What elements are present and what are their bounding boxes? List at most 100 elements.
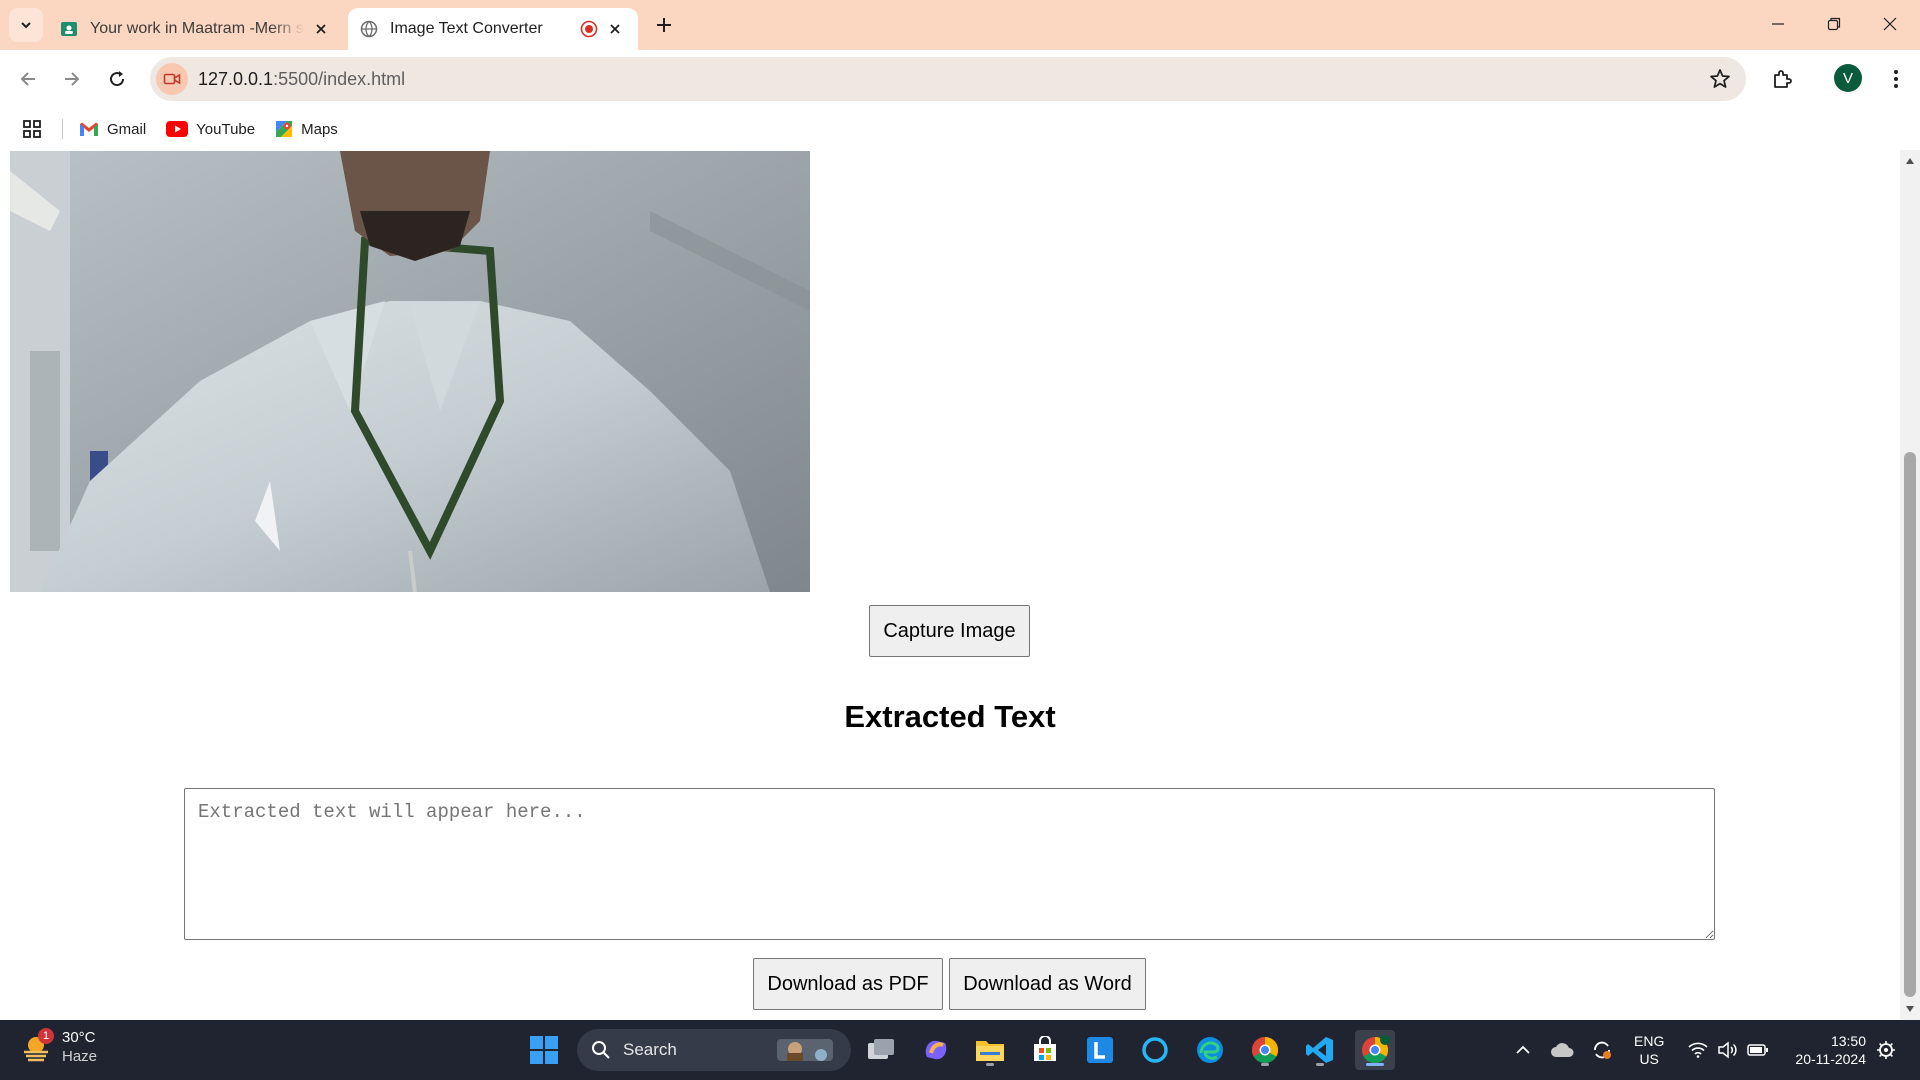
search-label: Search [623,1040,677,1059]
new-tab-button[interactable] [650,11,678,39]
taskbar-copilot[interactable] [916,1030,956,1070]
store-icon [1034,1036,1056,1061]
taskbar-edge[interactable] [1190,1030,1230,1070]
scrollbar-thumb[interactable] [1904,452,1916,997]
scroll-up-arrow[interactable] [1900,152,1920,170]
start-button[interactable] [524,1030,564,1070]
language-indicator[interactable]: ENG US [1634,1032,1664,1068]
site-info-button[interactable] [156,63,188,95]
tab-image-text-converter[interactable]: Image Text Converter [348,8,638,50]
page-viewport: Capture Image Extracted Text Download as… [0,150,1900,1020]
tab-maatram[interactable]: Your work in Maatram -Mern stack [48,8,344,50]
extracted-text-area[interactable] [184,788,1715,940]
profile-avatar[interactable]: V [1834,64,1862,92]
tab-title: Your work in Maatram -Mern stack [90,20,304,37]
address-bar[interactable]: 127.0.0.1:5500/index.html [150,57,1746,101]
close-tab-icon[interactable] [310,18,332,40]
bookmark-maps[interactable]: Maps [275,120,338,138]
url-text: 127.0.0.1:5500/index.html [198,69,405,90]
windows-logo-icon [530,1036,558,1064]
webcam-frame [10,151,810,592]
tab-search-button[interactable] [9,8,43,42]
battery-icon [1747,1044,1768,1056]
browser-menu-button[interactable] [1880,63,1912,95]
edge-icon [1197,1037,1223,1063]
minimize-button[interactable] [1750,0,1806,48]
extensions-button[interactable] [1766,63,1798,95]
chrome-profile-icon [1362,1035,1390,1064]
taskbar-store[interactable] [1025,1030,1065,1070]
ring-icon [1142,1037,1168,1063]
close-window-button[interactable] [1862,0,1918,48]
bookmark-separator [62,119,63,139]
download-pdf-button[interactable]: Download as PDF [753,958,943,1010]
triangle-down-icon [1906,1006,1914,1012]
restore-button[interactable] [1806,0,1862,48]
puzzle-icon [1774,70,1792,88]
bookmark-label: YouTube [196,120,256,138]
triangle-up-icon [1906,158,1914,164]
chevron-up-icon [1516,1045,1530,1054]
bookmark-youtube[interactable]: YouTube [166,121,255,138]
vscode-icon [1306,1037,1333,1063]
taskbar-file-explorer[interactable] [970,1030,1010,1070]
search-icon [592,1041,610,1059]
download-word-button[interactable]: Download as Word [949,958,1146,1010]
scroll-down-arrow[interactable] [1900,1000,1920,1018]
camera-icon [163,73,181,85]
reload-icon [110,71,125,87]
folder-icon [976,1041,1004,1061]
onedrive-tray[interactable] [1548,1030,1576,1070]
recording-icon [580,20,598,38]
gmail-icon [80,122,98,136]
chrome-icon [1251,1036,1279,1064]
taskbar-clock[interactable]: 13:50 20-11-2024 [1786,1032,1866,1068]
keyboard-layout: US [1639,1051,1659,1067]
reload-button[interactable] [101,63,133,95]
taskbar-vscode[interactable] [1300,1030,1340,1070]
taskbar-chrome-1[interactable] [1245,1030,1285,1070]
weather-notification-badge: 1 [38,1028,54,1044]
webcam-video [10,151,810,592]
language-code: ENG [1634,1033,1665,1049]
show-hidden-icons-button[interactable] [1510,1030,1536,1070]
running-indicator [1261,1063,1269,1066]
maps-icon [276,121,293,137]
weather-widget[interactable]: 1 30°C Haze [20,1028,97,1066]
youtube-icon [166,121,189,137]
page-scrollbar[interactable] [1900,150,1920,1020]
battery-tray[interactable] [1744,1030,1772,1070]
wifi-tray[interactable] [1684,1030,1712,1070]
notifications-tray[interactable] [1872,1030,1900,1070]
tab-strip: Your work in Maatram -Mern stack Image T… [0,0,1920,50]
weather-condition: Haze [62,1048,98,1065]
apps-grid-icon[interactable] [22,119,42,139]
taskbar-search[interactable]: Search [577,1029,851,1071]
bookmark-star-icon[interactable] [1708,67,1732,91]
close-icon [1883,17,1897,31]
taskbar-cortana[interactable] [1135,1030,1175,1070]
url-path: :5500/index.html [273,68,406,89]
plus-icon [657,18,671,32]
restore-icon [1827,17,1841,31]
close-tab-icon[interactable] [604,18,626,40]
arrow-right-icon [65,72,80,86]
classroom-icon [61,22,77,36]
task-view-icon [868,1039,894,1059]
taskbar-chrome-2[interactable] [1355,1030,1395,1070]
back-button[interactable] [12,63,44,95]
arrow-left-icon [20,72,35,86]
taskbar-l-app[interactable] [1080,1030,1120,1070]
tab-title: Image Text Converter [390,20,543,37]
browser-toolbar: 127.0.0.1:5500/index.html V [0,50,1920,108]
capture-image-button[interactable]: Capture Image [869,605,1030,657]
task-view-button[interactable] [861,1030,901,1070]
url-host: 127.0.0.1 [198,68,274,89]
sync-tray[interactable] [1588,1030,1616,1070]
volume-icon [1718,1041,1737,1059]
clock-time: 13:50 [1830,1033,1866,1049]
running-indicator [986,1063,994,1066]
forward-button[interactable] [56,63,88,95]
volume-tray[interactable] [1714,1030,1742,1070]
bookmark-gmail[interactable]: Gmail [79,121,146,138]
